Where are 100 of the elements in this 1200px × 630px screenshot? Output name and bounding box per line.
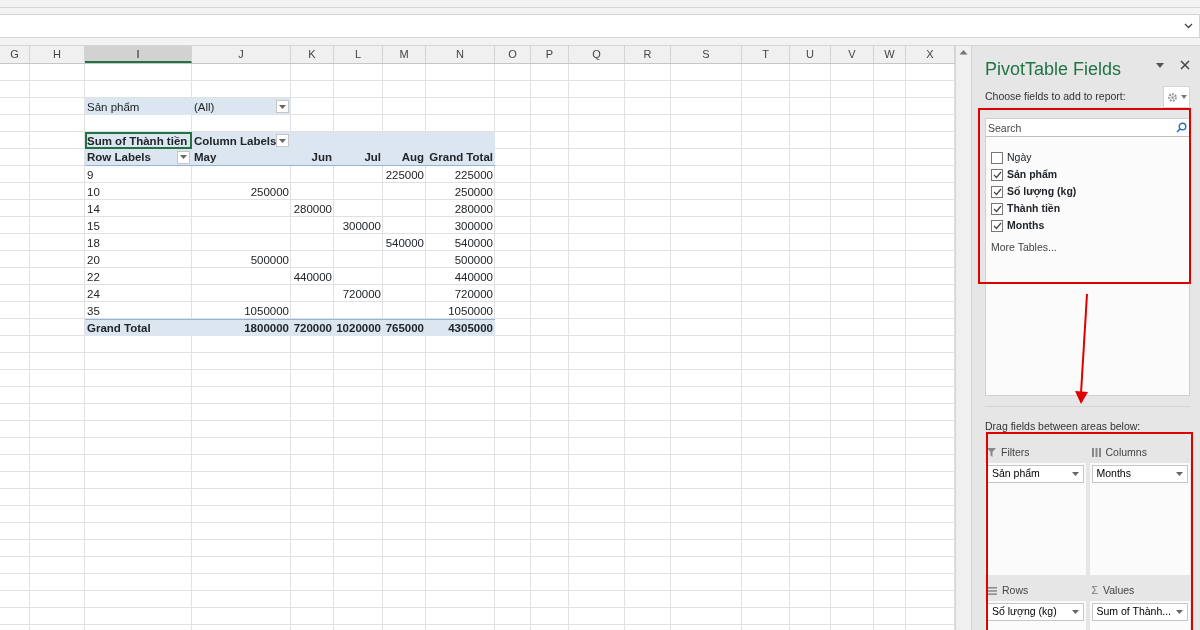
table-cell-text: 280000: [453, 201, 494, 217]
caret-down-icon: [279, 138, 287, 143]
pivot-filter-cell: Column Labels: [192, 132, 291, 149]
column-header[interactable]: R: [625, 46, 671, 63]
more-tables-link[interactable]: More Tables...: [990, 240, 1185, 256]
table-cell-text: 1050000: [447, 303, 494, 319]
caret-down-icon: [279, 104, 286, 109]
area-title: Filters: [1001, 444, 1030, 460]
column-header[interactable]: U: [790, 46, 831, 63]
area-title: Columns: [1105, 444, 1147, 460]
caret-down-icon: [1071, 609, 1079, 614]
scroll-up-arrow-icon[interactable]: [959, 49, 968, 55]
table-cell-text: 720000: [453, 286, 494, 302]
table-cell-text: 540000: [384, 235, 425, 251]
caret-down-icon: [1176, 609, 1183, 614]
area-title: Rows: [1002, 582, 1029, 598]
filter-dropdown-button[interactable]: [177, 150, 190, 164]
table-cell-text: 10: [86, 184, 101, 200]
caret-down-icon: [1176, 471, 1183, 476]
table-cell-text: 540000: [453, 235, 494, 251]
column-header[interactable]: L: [334, 46, 383, 63]
column-header[interactable]: W: [874, 46, 906, 63]
table-cell-text: 720000: [341, 286, 382, 302]
drag-fields-label: Drag fields between areas below:: [985, 406, 1190, 435]
column-header[interactable]: V: [831, 46, 874, 63]
checkbox[interactable]: [991, 168, 1003, 181]
close-icon: [1180, 60, 1190, 70]
table-cell-text: 14: [86, 201, 101, 217]
columns-icon: [1091, 448, 1101, 458]
column-header[interactable]: O: [495, 46, 531, 63]
column-header[interactable]: N: [426, 46, 495, 63]
area-field-dropdown[interactable]: Sum of Thành...: [1091, 602, 1188, 621]
table-cell-text: 24: [86, 286, 101, 302]
column-header[interactable]: T: [742, 46, 790, 63]
column-header[interactable]: G: [0, 46, 30, 63]
table-cell-text: 250000: [249, 184, 290, 200]
table-cell-text: 250000: [453, 184, 494, 200]
table-cell-text: 225000: [384, 167, 425, 183]
field-list-item[interactable]: Months: [990, 217, 1185, 234]
caret-down-icon: [180, 155, 187, 159]
table-cell: 1020000: [334, 319, 383, 336]
checkbox[interactable]: [991, 219, 1003, 232]
field-list-item[interactable]: Số lượng (kg): [990, 183, 1185, 200]
pane-title: PivotTable Fields: [985, 58, 1122, 81]
rows-icon: [987, 586, 997, 595]
table-cell-text: 35: [86, 303, 101, 319]
table-cell: Jul: [334, 149, 383, 166]
table-cell-text: 20: [86, 252, 101, 268]
settings-icon: [1166, 91, 1178, 103]
table-cell-text: 300000: [341, 218, 382, 234]
table-cell-text: 500000: [453, 252, 494, 268]
caret-down-icon: [1180, 95, 1187, 99]
pane-options-button[interactable]: [1156, 60, 1164, 70]
filter-dropdown-button[interactable]: [276, 100, 289, 113]
field-list-item[interactable]: Thành tiền: [990, 200, 1185, 217]
field-list-item[interactable]: Ngày: [990, 149, 1185, 166]
column-header[interactable]: P: [531, 46, 569, 63]
column-header[interactable]: K: [291, 46, 334, 63]
column-header[interactable]: J: [192, 46, 291, 63]
table-cell: Grand Total: [426, 149, 495, 166]
area-field-dropdown[interactable]: Sản phẩm: [987, 464, 1084, 483]
table-cell: Aug: [383, 149, 426, 166]
area-title: Values: [1103, 582, 1135, 598]
column-header[interactable]: M: [383, 46, 426, 63]
search-field[interactable]: Search: [986, 119, 1189, 137]
table-cell-text: 500000: [249, 252, 290, 268]
table-cell-text: 22: [86, 269, 101, 285]
field-list-item[interactable]: Sản phẩm: [990, 166, 1185, 183]
table-cell: Sum of Thành tiền: [85, 132, 192, 149]
table-cell-text: 15: [86, 218, 101, 234]
checkbox[interactable]: [991, 151, 1003, 164]
table-cell-text: 225000: [453, 167, 494, 183]
pivot-filter-cell: (All): [192, 98, 291, 115]
column-header[interactable]: Q: [569, 46, 625, 63]
column-header[interactable]: I: [85, 46, 192, 63]
table-cell: 720000: [291, 319, 334, 336]
filter-dropdown-button[interactable]: [276, 134, 290, 147]
sigma-icon: Σ: [1091, 582, 1098, 599]
table-cell-text: 280000: [292, 201, 333, 217]
chevron-down-icon[interactable]: [1184, 23, 1193, 29]
settings-button[interactable]: [1163, 86, 1190, 108]
table-cell: Jun: [291, 149, 334, 166]
column-header[interactable]: S: [671, 46, 742, 63]
area-field-dropdown[interactable]: Months: [1091, 464, 1188, 483]
search-icon[interactable]: [1176, 122, 1187, 133]
table-cell-text: 440000: [292, 269, 333, 285]
table-cell: Grand Total: [85, 319, 192, 336]
vertical-scrollbar[interactable]: [955, 46, 972, 630]
table-cell: 1800000: [192, 319, 291, 336]
caret-down-icon: [1156, 62, 1164, 68]
checkbox[interactable]: [991, 185, 1003, 198]
close-button[interactable]: [1180, 60, 1190, 70]
area-field-dropdown[interactable]: Số lượng (kg): [987, 602, 1084, 621]
table-cell-text: 18: [86, 235, 101, 251]
pivot-filter-cell: Row Labels: [85, 149, 192, 166]
table-cell: 4305000: [426, 319, 495, 336]
checkbox[interactable]: [991, 202, 1003, 215]
table-cell-text: 9: [86, 167, 95, 183]
table-cell: May: [192, 149, 291, 166]
funnel-icon: [987, 448, 996, 458]
